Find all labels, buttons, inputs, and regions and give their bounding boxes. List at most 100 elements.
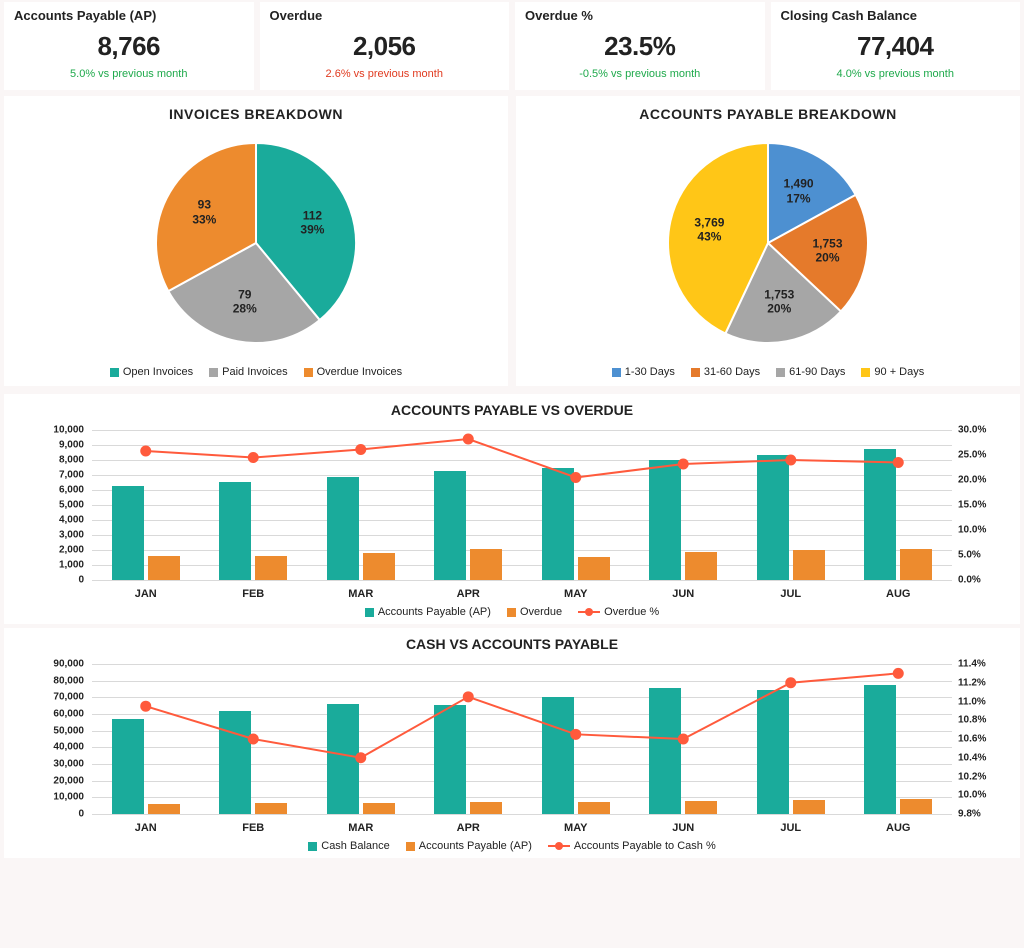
pie-invoices: 11239%7928%9333% [141,128,371,358]
y2-tick: 10.0% [958,790,1002,801]
legend-item: Accounts Payable (AP) [406,840,532,852]
y2-tick: 0.0% [958,575,1002,586]
pie-slice-label: 3,76943% [694,216,724,245]
line-point [893,457,904,468]
y2-tick: 10.6% [958,734,1002,745]
pie-slice-label: 11239% [300,208,324,237]
y-tick: 0 [22,575,84,586]
panel-cash-vs-ap: CASH VS ACCOUNTS PAYABLE 010,00020,00030… [4,628,1020,858]
kpi-card-cash: Closing Cash Balance 77,404 4.0% vs prev… [771,2,1021,90]
legend-cash-vs-ap: Cash BalanceAccounts Payable (AP)Account… [8,840,1016,852]
chart-title: INVOICES BREAKDOWN [10,106,502,122]
pie-slice-label: 1,75320% [764,288,794,317]
line-point [570,729,581,740]
x-tick: JUL [780,588,801,600]
pie-row: INVOICES BREAKDOWN 11239%7928%9333% Open… [0,92,1024,390]
pie-slice-label: 1,75320% [813,236,843,265]
x-tick: MAR [348,588,373,600]
kpi-sub: 5.0% vs previous month [14,68,244,80]
chart-title: ACCOUNTS PAYABLE BREAKDOWN [522,106,1014,122]
y2-tick: 10.8% [958,715,1002,726]
y-tick: 9,000 [22,440,84,451]
x-tick: FEB [242,822,264,834]
kpi-card-overdue-pct: Overdue % 23.5% -0.5% vs previous month [515,2,765,90]
legend-ap-vs-overdue: Accounts Payable (AP) Overdue Overdue % [8,606,1016,618]
kpi-value: 77,404 [781,31,1011,62]
kpi-sub: 2.6% vs previous month [270,68,500,80]
line-point [248,452,259,463]
y-tick: 40,000 [22,742,84,753]
x-tick: MAR [348,822,373,834]
x-tick: FEB [242,588,264,600]
line-point [248,734,259,745]
x-tick: MAY [564,588,587,600]
chart-title: ACCOUNTS PAYABLE VS OVERDUE [8,402,1016,418]
line-point [355,752,366,763]
y-tick: 90,000 [22,659,84,670]
kpi-value: 2,056 [270,31,500,62]
y-tick: 30,000 [22,759,84,770]
x-tick: JAN [135,822,157,834]
y-tick: 3,000 [22,530,84,541]
legend-item: Cash Balance [308,840,390,852]
y2-tick: 10.0% [958,525,1002,536]
kpi-row: Accounts Payable (AP) 8,766 5.0% vs prev… [0,0,1024,92]
pie-slice-label: 7928% [233,288,257,317]
x-tick: APR [457,588,480,600]
line-point [785,677,796,688]
pie-ap-breakdown: 1,49017% 1,75320% 1,75320% 3,76943% [653,128,883,358]
y-tick: 70,000 [22,692,84,703]
combo-cash-vs-ap: 010,00020,00030,00040,00050,00060,00070,… [22,656,1002,836]
x-tick: JUN [672,588,694,600]
x-tick: JUL [780,822,801,834]
x-tick: JAN [135,588,157,600]
line-point [140,701,151,712]
legend-item: Accounts Payable (AP) [365,606,491,618]
kpi-card-overdue: Overdue 2,056 2.6% vs previous month [260,2,510,90]
kpi-title: Overdue [270,8,500,23]
kpi-card-ap: Accounts Payable (AP) 8,766 5.0% vs prev… [4,2,254,90]
line-point [785,455,796,466]
legend-ap-breakdown: 1-30 Days31-60 Days61-90 Days90 + Days [522,366,1014,378]
y-tick: 20,000 [22,775,84,786]
y-tick: 4,000 [22,515,84,526]
line-point [570,472,581,483]
y-tick: 0 [22,809,84,820]
y-tick: 50,000 [22,725,84,736]
line-path [146,673,899,757]
y2-tick: 25.0% [958,450,1002,461]
legend-item: Overdue % [578,606,659,618]
line-point [893,668,904,679]
panel-ap-breakdown: ACCOUNTS PAYABLE BREAKDOWN 1,49017% 1,753… [516,96,1020,386]
y2-tick: 5.0% [958,550,1002,561]
y2-tick: 10.4% [958,752,1002,763]
y2-tick: 10.2% [958,771,1002,782]
y-tick: 2,000 [22,545,84,556]
kpi-sub: -0.5% vs previous month [525,68,755,80]
x-tick: APR [457,822,480,834]
legend-item: 90 + Days [861,366,924,378]
kpi-value: 8,766 [14,31,244,62]
y2-tick: 9.8% [958,809,1002,820]
chart-title: CASH VS ACCOUNTS PAYABLE [8,636,1016,652]
x-tick: MAY [564,822,587,834]
y-tick: 10,000 [22,425,84,436]
line-point [140,446,151,457]
y-tick: 8,000 [22,455,84,466]
y2-tick: 11.0% [958,696,1002,707]
y-tick: 7,000 [22,470,84,481]
legend-item: Open Invoices [110,366,193,378]
x-tick: AUG [886,822,910,834]
legend-item: 61-90 Days [776,366,845,378]
x-tick: AUG [886,588,910,600]
line-point [678,459,689,470]
legend-invoices: Open InvoicesPaid InvoicesOverdue Invoic… [10,366,502,378]
legend-item: Overdue [507,606,562,618]
legend-item: 31-60 Days [691,366,760,378]
line-point [463,434,474,445]
y-tick: 5,000 [22,500,84,511]
y2-tick: 15.0% [958,500,1002,511]
kpi-title: Accounts Payable (AP) [14,8,244,23]
pie-slice-label: 1,49017% [784,177,814,206]
y2-tick: 20.0% [958,475,1002,486]
